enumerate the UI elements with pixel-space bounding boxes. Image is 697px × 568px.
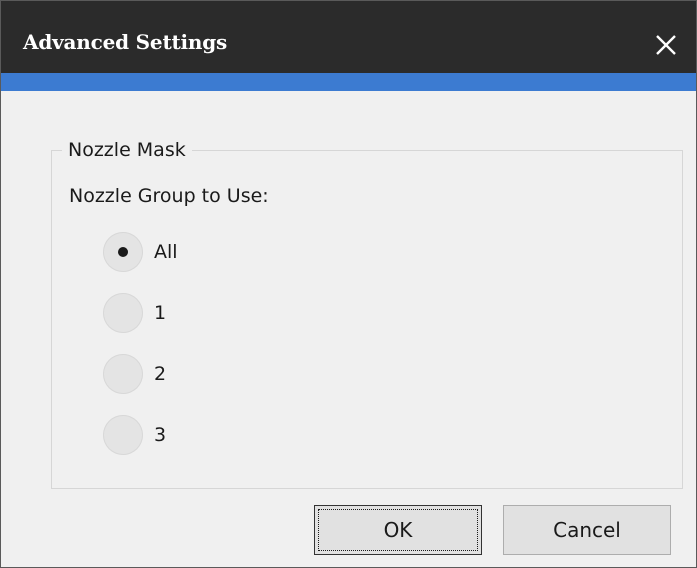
radio-button[interactable] (103, 415, 143, 455)
focus-ring (318, 509, 478, 551)
dialog-content: Nozzle Mask Nozzle Group to Use: All 1 2… (1, 91, 696, 567)
radio-button[interactable] (103, 354, 143, 394)
radio-button[interactable] (103, 293, 143, 333)
close-button[interactable] (636, 17, 696, 73)
radio-selected-dot (118, 247, 128, 257)
radio-label: 1 (154, 302, 167, 324)
nozzle-mask-legend: Nozzle Mask (68, 139, 186, 161)
radio-option-3[interactable]: 3 (103, 415, 166, 455)
radio-label: All (154, 241, 178, 263)
cancel-button-label: Cancel (553, 518, 621, 542)
nozzle-group-prompt: Nozzle Group to Use: (69, 185, 269, 207)
radio-option-1[interactable]: 1 (103, 293, 166, 333)
radio-label: 3 (154, 424, 167, 446)
ok-button[interactable]: OK (314, 505, 482, 555)
radio-label: 2 (154, 363, 167, 385)
close-icon (656, 35, 676, 55)
window-title: Advanced Settings (23, 30, 228, 54)
advanced-settings-dialog: Advanced Settings Nozzle Mask Nozzle Gro… (0, 0, 697, 568)
radio-button[interactable] (103, 232, 143, 272)
radio-option-all[interactable]: All (103, 232, 178, 272)
accent-bar (1, 73, 696, 91)
title-bar: Advanced Settings (1, 1, 696, 73)
radio-option-2[interactable]: 2 (103, 354, 166, 394)
cancel-button[interactable]: Cancel (503, 505, 671, 555)
